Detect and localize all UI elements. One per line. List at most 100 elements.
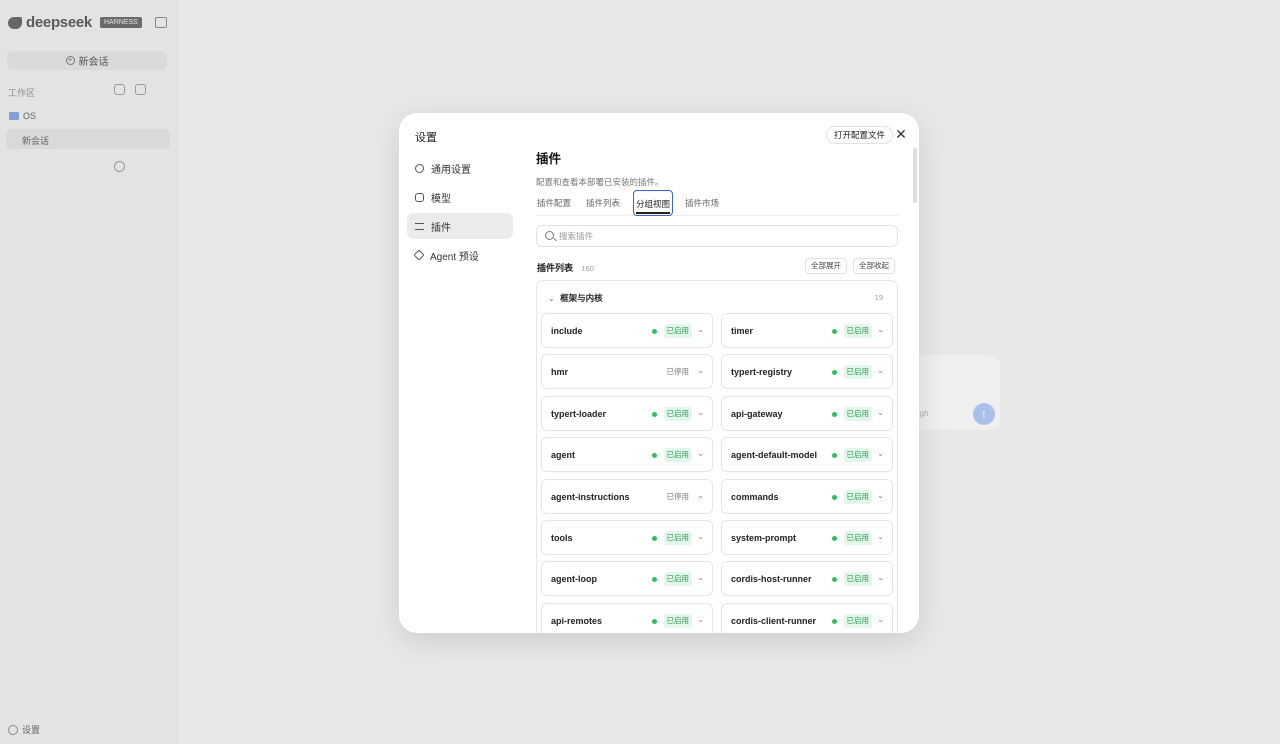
workspace-tools: [114, 84, 146, 172]
collapse-all-button[interactable]: 全部收起: [853, 258, 895, 274]
new-folder-icon[interactable]: [135, 84, 146, 95]
search-input[interactable]: [559, 228, 889, 244]
plugin-card[interactable]: agent 已启用 ⌄: [541, 437, 713, 473]
search-icon[interactable]: [114, 161, 125, 172]
plugin-name: agent: [551, 450, 576, 461]
settings-modal: 设置 通用设置 模型 插件 Agent 预设 打开配置文件 ✕ 插件 配置和查看…: [399, 113, 919, 633]
workspace-label: 工作区: [8, 88, 36, 98]
sidebar-toggle-icon[interactable]: [155, 17, 167, 28]
status-dot: [832, 618, 837, 624]
nav-item-agent-presets[interactable]: Agent 预设: [407, 242, 513, 268]
chevron-down-icon[interactable]: ⌄: [697, 615, 704, 624]
agent-icon: [413, 249, 425, 261]
status-badge: 已停用: [666, 491, 690, 501]
settings-nav: 通用设置 模型 插件 Agent 预设: [407, 155, 513, 271]
status-badge: 已启用: [843, 406, 872, 421]
plugin-card[interactable]: tools 已启用 ⌄: [541, 520, 713, 555]
plugin-name: agent-instructions: [551, 491, 630, 502]
chevron-down-icon: ⌄: [548, 294, 555, 303]
plugin-name: typert-loader: [551, 408, 607, 419]
chevron-down-icon[interactable]: ⌄: [877, 615, 884, 624]
folder-item[interactable]: OS: [9, 111, 36, 121]
chevron-down-icon[interactable]: ⌄: [697, 449, 704, 458]
session-item[interactable]: 新会话: [6, 129, 170, 149]
status-dot: [832, 411, 837, 417]
plugin-name: timer: [731, 326, 754, 336]
grid-icon[interactable]: [114, 84, 125, 95]
status-dot: [652, 536, 657, 541]
plugin-name: agent-loop: [551, 574, 597, 585]
plugin-card[interactable]: cordis-host-runner 已启用 ⌄: [721, 561, 893, 597]
plugin-name: tools: [551, 533, 573, 543]
plugin-name: commands: [731, 491, 779, 502]
chevron-down-icon[interactable]: ⌄: [877, 532, 884, 541]
group-header[interactable]: ⌄ 框架与内核: [548, 292, 603, 304]
send-icon[interactable]: ↑: [973, 403, 995, 425]
new-chat-label: 新会话: [78, 57, 109, 68]
sliders-icon: [415, 222, 424, 230]
plugin-card[interactable]: timer 已启用 ⌄: [721, 313, 893, 348]
plugin-card[interactable]: commands 已启用 ⌄: [721, 478, 893, 514]
plugin-name: include: [551, 326, 583, 336]
plugin-name: hmr: [551, 367, 569, 378]
nav-item-plugins[interactable]: 插件: [407, 213, 513, 239]
folder-icon: [9, 112, 19, 120]
plugin-name: system-prompt: [731, 533, 797, 543]
status-badge: 已启用: [843, 572, 872, 587]
status-dot: [832, 329, 837, 334]
list-title: 插件列表: [537, 263, 574, 273]
nav-item-general[interactable]: 通用设置: [407, 155, 513, 181]
status-badge: 已启用: [663, 406, 692, 421]
nav-item-models[interactable]: 模型: [407, 184, 513, 210]
tab-plugin-list[interactable]: 插件列表: [586, 197, 620, 209]
plugin-card[interactable]: api-gateway 已启用 ⌄: [721, 395, 893, 431]
plugin-card[interactable]: agent-loop 已启用 ⌄: [541, 561, 713, 597]
plugin-card[interactable]: cordis-client-runner 已启用 ⌄: [721, 602, 893, 633]
plugin-card[interactable]: system-prompt 已启用 ⌄: [721, 520, 893, 555]
plugin-card[interactable]: include 已启用 ⌄: [541, 313, 713, 348]
chevron-down-icon[interactable]: ⌄: [697, 532, 704, 541]
chevron-down-icon[interactable]: ⌄: [697, 325, 704, 334]
status-dot: [652, 329, 657, 334]
chevron-down-icon[interactable]: ⌄: [877, 491, 884, 500]
expand-all-button[interactable]: 全部展开: [805, 258, 847, 274]
chevron-down-icon[interactable]: ⌄: [877, 408, 884, 417]
status-badge: 已启用: [843, 365, 872, 380]
plugin-name: api-remotes: [551, 615, 603, 626]
plugin-card[interactable]: agent-default-model 已启用 ⌄: [721, 437, 893, 473]
chevron-down-icon[interactable]: ⌄: [697, 573, 704, 582]
chevron-down-icon[interactable]: ⌄: [877, 573, 884, 582]
status-dot: [832, 536, 837, 541]
open-config-button[interactable]: 打开配置文件: [826, 126, 894, 144]
chevron-down-icon[interactable]: ⌄: [697, 408, 704, 417]
page-title: 插件: [536, 152, 562, 166]
search-icon: [545, 231, 554, 240]
plugin-card[interactable]: hmr 已停用 ⌄: [541, 354, 713, 390]
plugin-card[interactable]: api-remotes 已启用 ⌄: [541, 602, 713, 633]
plugin-name: agent-default-model: [731, 450, 818, 461]
plugin-card[interactable]: agent-instructions 已停用 ⌄: [541, 478, 713, 514]
logo-text: deepseek: [26, 14, 92, 31]
plugin-card[interactable]: typert-loader 已启用 ⌄: [541, 395, 713, 431]
new-chat-button[interactable]: + 新会话: [7, 51, 167, 70]
chevron-down-icon[interactable]: ⌄: [697, 366, 704, 375]
tab-plugin-config[interactable]: 插件配置: [537, 197, 571, 209]
plugin-card[interactable]: typert-registry 已启用 ⌄: [721, 354, 893, 390]
tab-plugin-market[interactable]: 插件市场: [685, 197, 719, 209]
status-dot: [652, 577, 657, 583]
settings-button[interactable]: 设置: [8, 723, 40, 736]
scrollbar[interactable]: [913, 148, 917, 203]
status-badge: 已启用: [843, 448, 872, 463]
tab-group-view[interactable]: 分组视图: [633, 190, 674, 216]
chevron-down-icon[interactable]: ⌄: [877, 366, 884, 375]
chevron-down-icon[interactable]: ⌄: [697, 491, 704, 500]
plugins-panel: 插件 配置和查看本部署已安装的插件。 插件配置 插件列表 分组视图 插件市场 插…: [536, 148, 899, 633]
nav-label: 模型: [431, 193, 451, 205]
status-dot: [832, 370, 837, 376]
search-field[interactable]: [536, 225, 898, 247]
close-icon[interactable]: ✕: [894, 127, 908, 141]
chevron-down-icon[interactable]: ⌄: [877, 449, 884, 458]
chevron-down-icon[interactable]: ⌄: [877, 325, 884, 334]
status-dot: [652, 453, 657, 459]
status-badge: 已启用: [663, 613, 692, 628]
